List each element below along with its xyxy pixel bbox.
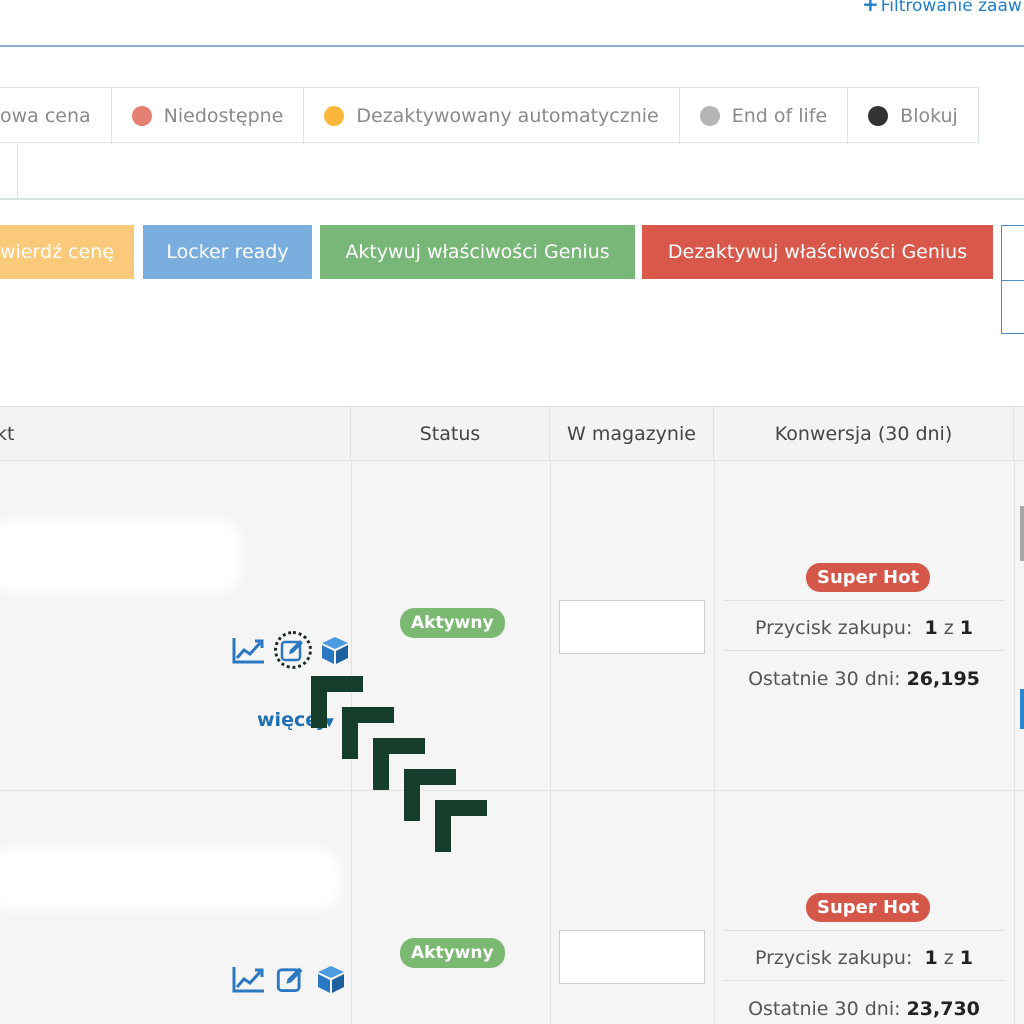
buybox-line: Przycisk zakupu: 1 z 1 <box>754 617 974 639</box>
yellow-dot-icon <box>324 106 345 126</box>
header-conversion[interactable]: Konwersja (30 dni) <box>714 407 1014 461</box>
blurred-product-info <box>0 521 240 591</box>
header-stock[interactable]: W magazynie <box>550 407 714 461</box>
last30-line: Ostatnie 30 dni: 26,195 <box>748 668 980 690</box>
activate-genius-button[interactable]: Aktywuj właściwości Genius <box>320 225 635 279</box>
status-badge: Aktywny <box>400 938 505 968</box>
filter-row <box>0 143 1024 200</box>
legend-item-unavailable[interactable]: Niedostępne <box>112 88 305 144</box>
legend-label: Niedostępne <box>163 105 284 127</box>
locker-ready-button[interactable]: Locker ready <box>143 225 312 279</box>
legend-label: End of life <box>731 105 828 127</box>
chevron-down-icon: ▼ <box>324 715 334 729</box>
stock-input[interactable] <box>559 930 705 984</box>
table-header: kt Status W magazynie Konwersja (30 dni) <box>0 406 1024 461</box>
table-row: więcej▼ Aktywny Super Hot Przycisk zakup… <box>0 461 1024 791</box>
page: + Filtrowanie zaaw owa cena Niedostępne D… <box>0 0 1024 1024</box>
red-dot-icon <box>131 106 152 126</box>
confirm-price-button[interactable]: wierdź cenę <box>0 225 134 279</box>
black-dot-icon <box>868 106 889 126</box>
more-link[interactable]: więcej▼ <box>257 709 334 731</box>
legend-label: Blokuj <box>900 105 958 127</box>
legend-item-price[interactable]: owa cena <box>0 88 112 144</box>
legend-item-end-of-life[interactable]: End of life <box>680 88 849 144</box>
legend-item-block[interactable]: Blokuj <box>848 88 979 144</box>
table-row: Aktywny Super Hot Przycisk zakupu: 1 z 1… <box>0 791 1024 1024</box>
header-status[interactable]: Status <box>351 407 550 461</box>
edit-icon[interactable] <box>274 964 308 994</box>
chart-icon[interactable] <box>232 636 266 664</box>
advanced-filter-label: Filtrowanie zaaw <box>880 0 1022 16</box>
stock-input[interactable] <box>559 600 705 654</box>
status-badge: Aktywny <box>400 608 505 638</box>
buybox-line: Przycisk zakupu: 1 z 1 <box>754 947 974 969</box>
chart-icon[interactable] <box>232 965 266 993</box>
super-hot-badge: Super Hot <box>806 563 931 592</box>
deactivate-genius-button[interactable]: Dezaktywuj właściwości Genius <box>642 225 993 279</box>
box-icon[interactable] <box>316 964 346 994</box>
product-action-icons <box>232 964 346 994</box>
legend-label: owa cena <box>0 105 91 127</box>
plus-icon: + <box>862 0 879 16</box>
legend-item-auto-deactivated[interactable]: Dezaktywowany automatycznie <box>304 88 680 144</box>
side-button-group[interactable] <box>1001 225 1024 334</box>
super-hot-badge: Super Hot <box>806 893 931 922</box>
blurred-product-info <box>0 849 340 909</box>
row-edge-control[interactable] <box>1020 506 1024 561</box>
edit-icon-focus[interactable] <box>274 631 312 669</box>
filter-cell[interactable] <box>0 143 18 198</box>
row-edge-button[interactable] <box>1020 689 1024 729</box>
edit-icon <box>280 640 303 662</box>
product-action-icons <box>232 631 350 669</box>
gray-dot-icon <box>699 106 720 126</box>
legend-label: Dezaktywowany automatycznie <box>356 105 659 127</box>
last30-line: Ostatnie 30 dni: 23,730 <box>748 998 980 1020</box>
status-legend: owa cena Niedostępne Dezaktywowany autom… <box>0 87 979 144</box>
header-product[interactable]: kt <box>0 407 351 461</box>
header-divider <box>0 45 1024 47</box>
advanced-filter-link[interactable]: + Filtrowanie zaaw <box>862 0 1022 16</box>
box-icon[interactable] <box>320 635 350 665</box>
